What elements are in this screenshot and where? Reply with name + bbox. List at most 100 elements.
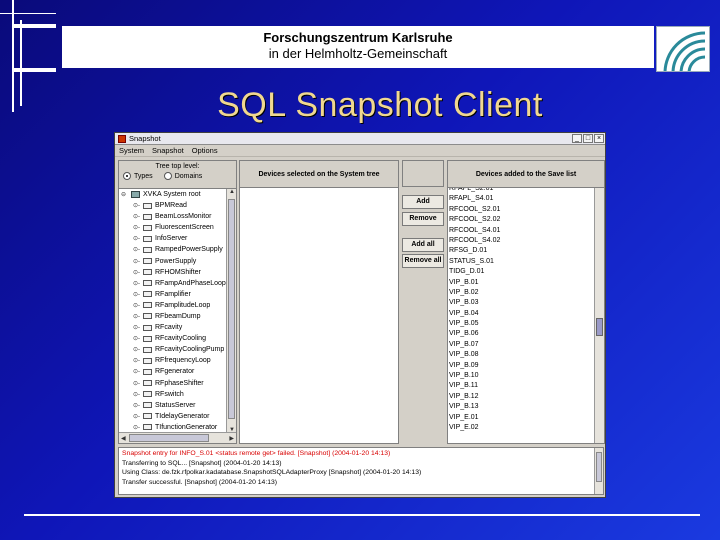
remove-all-button[interactable]: Remove all xyxy=(402,254,444,268)
expand-handle-icon[interactable]: ⊙- xyxy=(133,424,143,431)
tree-item[interactable]: ⊙- BPMRead xyxy=(119,200,227,211)
expand-handle-icon[interactable]: ⊙- xyxy=(133,413,143,420)
remove-button[interactable]: Remove xyxy=(402,212,444,226)
add-button[interactable]: Add xyxy=(402,195,444,209)
tree-item[interactable]: ⊙- RFbeamDump xyxy=(119,311,227,322)
radio-types[interactable] xyxy=(123,172,131,180)
tree-item[interactable]: ⊙- FluorescentScreen xyxy=(119,222,227,233)
save-list-item[interactable]: VIP_B.04 xyxy=(448,309,594,319)
menu-snapshot[interactable]: Snapshot xyxy=(152,146,184,155)
maximize-button[interactable]: □ xyxy=(583,134,593,143)
save-list-item[interactable]: TIDG_D.01 xyxy=(448,267,594,277)
log-scroll-thumb[interactable] xyxy=(596,452,602,482)
tree-item[interactable]: ⊙- RFphaseShifter xyxy=(119,378,227,389)
save-list-item[interactable]: VIP_B.02 xyxy=(448,288,594,298)
save-list-item[interactable]: RFCOOL_S2.01 xyxy=(448,205,594,215)
expand-handle-icon[interactable]: ⊙- xyxy=(133,335,143,342)
save-list-item[interactable]: VIP_B.05 xyxy=(448,319,594,329)
expand-handle-icon[interactable]: ⊙- xyxy=(133,346,143,353)
save-list-item[interactable]: VIP_B.11 xyxy=(448,381,594,391)
expand-handle-icon[interactable]: ⊙- xyxy=(133,213,143,220)
expand-handle-icon[interactable]: ⊙- xyxy=(133,302,143,309)
minimize-button[interactable]: _ xyxy=(572,134,582,143)
close-button[interactable]: × xyxy=(594,134,604,143)
save-list-item[interactable]: VIP_B.12 xyxy=(448,392,594,402)
tree-item[interactable]: ⊙- RampedPowerSupply xyxy=(119,244,227,255)
tree-vertical-scrollbar[interactable]: ▲ ▼ xyxy=(226,189,236,433)
scroll-right-icon[interactable]: ▶ xyxy=(229,435,234,442)
tree-item[interactable]: ⊙- StatusServer xyxy=(119,400,227,411)
save-list-item[interactable]: VIP_B.09 xyxy=(448,361,594,371)
save-list-item[interactable]: VIP_B.07 xyxy=(448,340,594,350)
add-all-button[interactable]: Add all xyxy=(402,238,444,252)
tree-item[interactable]: ⊙- RFamplifier xyxy=(119,289,227,300)
expand-handle-icon[interactable]: ⊙- xyxy=(133,380,143,387)
log-scrollbar[interactable] xyxy=(594,448,603,494)
expand-handle-icon[interactable]: ⊙- xyxy=(133,202,143,209)
window-titlebar[interactable]: Snapshot _ □ × xyxy=(115,133,605,145)
tree-item[interactable]: ⊙- InfoServer xyxy=(119,233,227,244)
tree-item[interactable]: ⊙- RFcavityCoolingPump xyxy=(119,344,227,355)
save-list-scrollbar[interactable] xyxy=(594,188,604,443)
save-list-item[interactable]: VIP_B.03 xyxy=(448,298,594,308)
tree-item[interactable]: ⊙- RFgenerator xyxy=(119,366,227,377)
scroll-left-icon[interactable]: ◀ xyxy=(121,435,126,442)
radio-domains-label[interactable]: Domains xyxy=(175,173,203,180)
expand-handle-icon[interactable]: ⊙- xyxy=(133,402,143,409)
save-list-item[interactable]: RFCOOL_S2.02 xyxy=(448,215,594,225)
scroll-up-icon[interactable]: ▲ xyxy=(229,189,235,195)
tree-item[interactable]: ⊙- RFcavity xyxy=(119,322,227,333)
expand-handle-icon[interactable]: ⊙- xyxy=(133,324,143,331)
tree-item[interactable]: ⊙- RFHOMShifter xyxy=(119,267,227,278)
radio-domains[interactable] xyxy=(163,172,172,180)
save-list-item[interactable]: RFAPL_S4.01 xyxy=(448,194,594,204)
tree-item-label: TIdelayGenerator xyxy=(155,412,210,420)
save-list-item[interactable]: VIP_B.01 xyxy=(448,278,594,288)
tree-item[interactable]: ⊙- RFcavityCooling xyxy=(119,333,227,344)
expand-handle-icon[interactable]: ⊙- xyxy=(133,224,143,231)
tree-item[interactable]: ⊙- RFswitch xyxy=(119,389,227,400)
radio-types-label[interactable]: Types xyxy=(134,173,153,180)
selected-devices-header: Devices selected on the System tree xyxy=(240,161,398,188)
expand-handle-icon[interactable]: ⊙- xyxy=(133,280,143,287)
save-list-item[interactable]: RFCOOL_S4.01 xyxy=(448,226,594,236)
menu-options[interactable]: Options xyxy=(192,146,218,155)
expand-handle-icon[interactable]: ⊙- xyxy=(133,291,143,298)
expand-handle-icon[interactable]: ⊖ xyxy=(121,191,131,198)
folder-icon xyxy=(143,368,152,375)
save-list-item[interactable]: VIP_B.08 xyxy=(448,350,594,360)
tree-item[interactable]: ⊙- PowerSupply xyxy=(119,255,227,266)
tree-item[interactable]: ⊙- BeamLossMonitor xyxy=(119,211,227,222)
expand-handle-icon[interactable]: ⊙- xyxy=(133,258,143,265)
expand-handle-icon[interactable]: ⊙- xyxy=(133,357,143,364)
tree-horizontal-scrollbar[interactable]: ◀ ▶ xyxy=(119,432,236,443)
save-list-item[interactable]: VIP_B.13 xyxy=(448,402,594,412)
save-list-item[interactable]: STATUS_S.01 xyxy=(448,257,594,267)
tree-item-label: RFcavity xyxy=(155,324,183,332)
tree-item[interactable]: ⊙- RFfrequencyLoop xyxy=(119,355,227,366)
tree-root[interactable]: ⊖ XVKA System root xyxy=(119,189,227,200)
tree-item-label: RFcavityCooling xyxy=(155,335,206,343)
menu-system[interactable]: System xyxy=(119,146,144,155)
tree-item-label: TIfunctionGenerator xyxy=(155,423,218,431)
tree-item[interactable]: ⊙- RFamplitudeLoop xyxy=(119,300,227,311)
save-list-item[interactable]: VIP_B.10 xyxy=(448,371,594,381)
save-list-scroll-thumb[interactable] xyxy=(596,318,603,336)
expand-handle-icon[interactable]: ⊙- xyxy=(133,269,143,276)
save-list-item[interactable]: VIP_E.02 xyxy=(448,423,594,433)
slide-title: SQL Snapshot Client xyxy=(217,86,543,124)
expand-handle-icon[interactable]: ⊙- xyxy=(133,368,143,375)
save-list-item[interactable]: VIP_B.06 xyxy=(448,329,594,339)
save-list-item[interactable]: VIP_E.01 xyxy=(448,413,594,423)
expand-handle-icon[interactable]: ⊙- xyxy=(133,313,143,320)
hscroll-thumb[interactable] xyxy=(129,434,209,442)
expand-handle-icon[interactable]: ⊙- xyxy=(133,246,143,253)
tree-item[interactable]: ⊙- TIdelayGenerator xyxy=(119,411,227,422)
expand-handle-icon[interactable]: ⊙- xyxy=(133,235,143,242)
save-list-item[interactable]: RFSG_D.01 xyxy=(448,246,594,256)
save-list-item[interactable]: RFCOOL_S4.02 xyxy=(448,236,594,246)
expand-handle-icon[interactable]: ⊙- xyxy=(133,391,143,398)
tree-item[interactable]: ⊙- RFampAndPhaseLoop xyxy=(119,278,227,289)
scroll-thumb[interactable] xyxy=(228,199,235,419)
header-subtitle: in der Helmholtz-Gemeinschaft xyxy=(268,46,448,61)
